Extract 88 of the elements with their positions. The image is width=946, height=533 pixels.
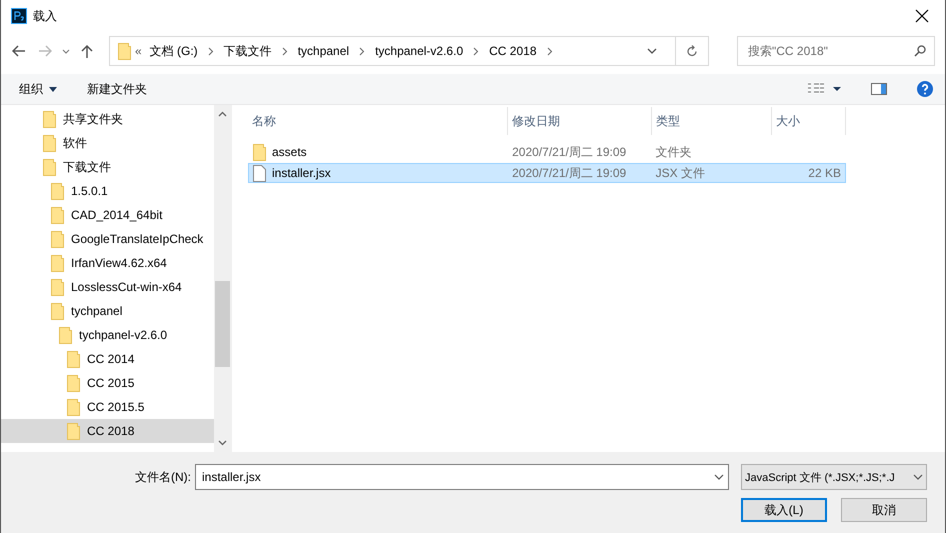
dropdown-caret-icon[interactable]: [647, 48, 657, 54]
breadcrumb[interactable]: tychpanel: [294, 44, 354, 58]
caret-icon: [62, 48, 70, 54]
folder-icon: [51, 206, 64, 224]
folder-icon: [67, 422, 80, 440]
folder-tree-item[interactable]: 共享文件夹: [1, 107, 214, 131]
file-size: 22 KB: [808, 166, 841, 180]
folder-tree-item[interactable]: 下载文件: [1, 155, 214, 179]
organize-menu[interactable]: 组织: [19, 80, 57, 98]
load-button[interactable]: 载入(L): [741, 498, 827, 522]
folder-icon: [67, 374, 80, 392]
folder-icon: [59, 326, 72, 344]
folder-icon: [51, 254, 64, 272]
breadcrumb[interactable]: CC 2018: [485, 44, 540, 58]
folder-tree-item[interactable]: CC 2014: [1, 347, 214, 371]
address-bar[interactable]: « 文档 (G:) 下载文件 tychpanel tychpanel-v2.6.0 CC 2018: [109, 36, 709, 66]
file-row[interactable]: installer.jsx 2020/7/21/周二 19:09 JSX 文件 22 KB: [248, 163, 846, 183]
overflow-chevron[interactable]: «: [131, 44, 146, 58]
file-row[interactable]: assets 2020/7/21/周二 19:09 文件夹: [248, 142, 846, 162]
file-name-field[interactable]: installer.jsx: [200, 469, 714, 485]
column-header[interactable]: 名称: [248, 107, 508, 135]
chevron-icon: [473, 46, 480, 56]
window-title: 载入: [33, 8, 58, 24]
caret-icon: [913, 474, 923, 480]
breadcrumb[interactable]: 下载文件: [220, 42, 276, 60]
folder-icon: [51, 182, 64, 200]
scrollbar-thumb[interactable]: [215, 281, 230, 367]
modified-date: 2020/7/21/周二 19:09: [512, 164, 626, 182]
file-name: assets: [272, 145, 307, 159]
chevron-icon: [282, 46, 288, 56]
folder-tree-item[interactable]: GoogleTranslateIpCheck: [1, 227, 214, 251]
modified-date: 2020/7/21/周二 19:09: [512, 144, 626, 160]
scrollbar[interactable]: [214, 105, 231, 452]
folder-tree-item[interactable]: CC 2015.5: [1, 395, 214, 419]
folder-icon: [43, 110, 56, 128]
scroll-up-icon[interactable]: [218, 111, 227, 117]
file-icon: [253, 164, 266, 182]
caret-icon: [49, 86, 57, 92]
file-name-box[interactable]: installer.jsx: [195, 464, 729, 490]
folder-icon: [51, 302, 64, 320]
view-options-button[interactable]: [807, 83, 841, 95]
file-type: JSX 文件: [656, 164, 705, 182]
folder-tree-item[interactable]: CC 2015: [1, 371, 214, 395]
chevron-icon: [359, 46, 366, 56]
folder-icon: [67, 398, 80, 416]
folder-tree-item[interactable]: CC 2018: [1, 419, 214, 443]
folder-icon: [253, 144, 266, 160]
breadcrumb[interactable]: tychpanel-v2.6.0: [371, 44, 468, 58]
folder-icon: [51, 230, 64, 248]
scroll-down-icon[interactable]: [218, 440, 227, 446]
breadcrumb[interactable]: 文档 (G:): [146, 42, 202, 60]
refresh-icon: [686, 44, 698, 58]
folder-tree-item[interactable]: tychpanel-v2.6.0: [1, 323, 214, 347]
folder-tree-item[interactable]: 软件: [1, 131, 214, 155]
file-type-dropdown[interactable]: JavaScript 文件 (*.JSX;*.JS;*.J: [741, 464, 927, 490]
file-name-label: 文件名(N):: [135, 468, 191, 486]
app-icon: [11, 8, 27, 24]
column-header[interactable]: 类型: [652, 107, 772, 135]
details-view-icon: [807, 83, 841, 95]
up-arrow-icon: [81, 44, 93, 58]
column-header[interactable]: 修改日期: [508, 107, 652, 135]
chevron-icon: [208, 46, 214, 56]
help-icon: [917, 81, 933, 97]
pane-icon: [871, 83, 887, 95]
folder-icon: [118, 42, 131, 60]
help-button[interactable]: [917, 81, 933, 97]
search-box[interactable]: 搜索"CC 2018": [737, 36, 935, 66]
folder-icon: [51, 278, 64, 296]
folder-icon: [43, 158, 56, 176]
folder-tree-item[interactable]: tychpanel: [1, 299, 214, 323]
folder-tree-item[interactable]: IrfanView4.62.x64: [1, 251, 214, 275]
folder-icon: [67, 350, 80, 368]
right-arrow-icon: [38, 45, 52, 57]
folder-tree-item[interactable]: 1.5.0.1: [1, 179, 214, 203]
left-arrow-icon: [12, 45, 26, 57]
cancel-button[interactable]: 取消: [841, 498, 927, 522]
preview-pane-button[interactable]: [871, 83, 887, 95]
chevron-icon: [546, 46, 552, 56]
folder-tree-item[interactable]: CAD_2014_64bit: [1, 203, 214, 227]
folder-icon: [43, 134, 56, 152]
dropdown-caret-icon: [714, 474, 724, 480]
column-header[interactable]: 大小: [772, 107, 846, 135]
close-icon: [915, 9, 929, 23]
folder-tree-item[interactable]: LosslessCut-win-x64: [1, 275, 214, 299]
new-folder-button[interactable]: 新建文件夹: [87, 80, 147, 98]
file-name: installer.jsx: [272, 166, 331, 180]
file-type: 文件夹: [656, 144, 692, 160]
search-icon: [914, 45, 926, 57]
